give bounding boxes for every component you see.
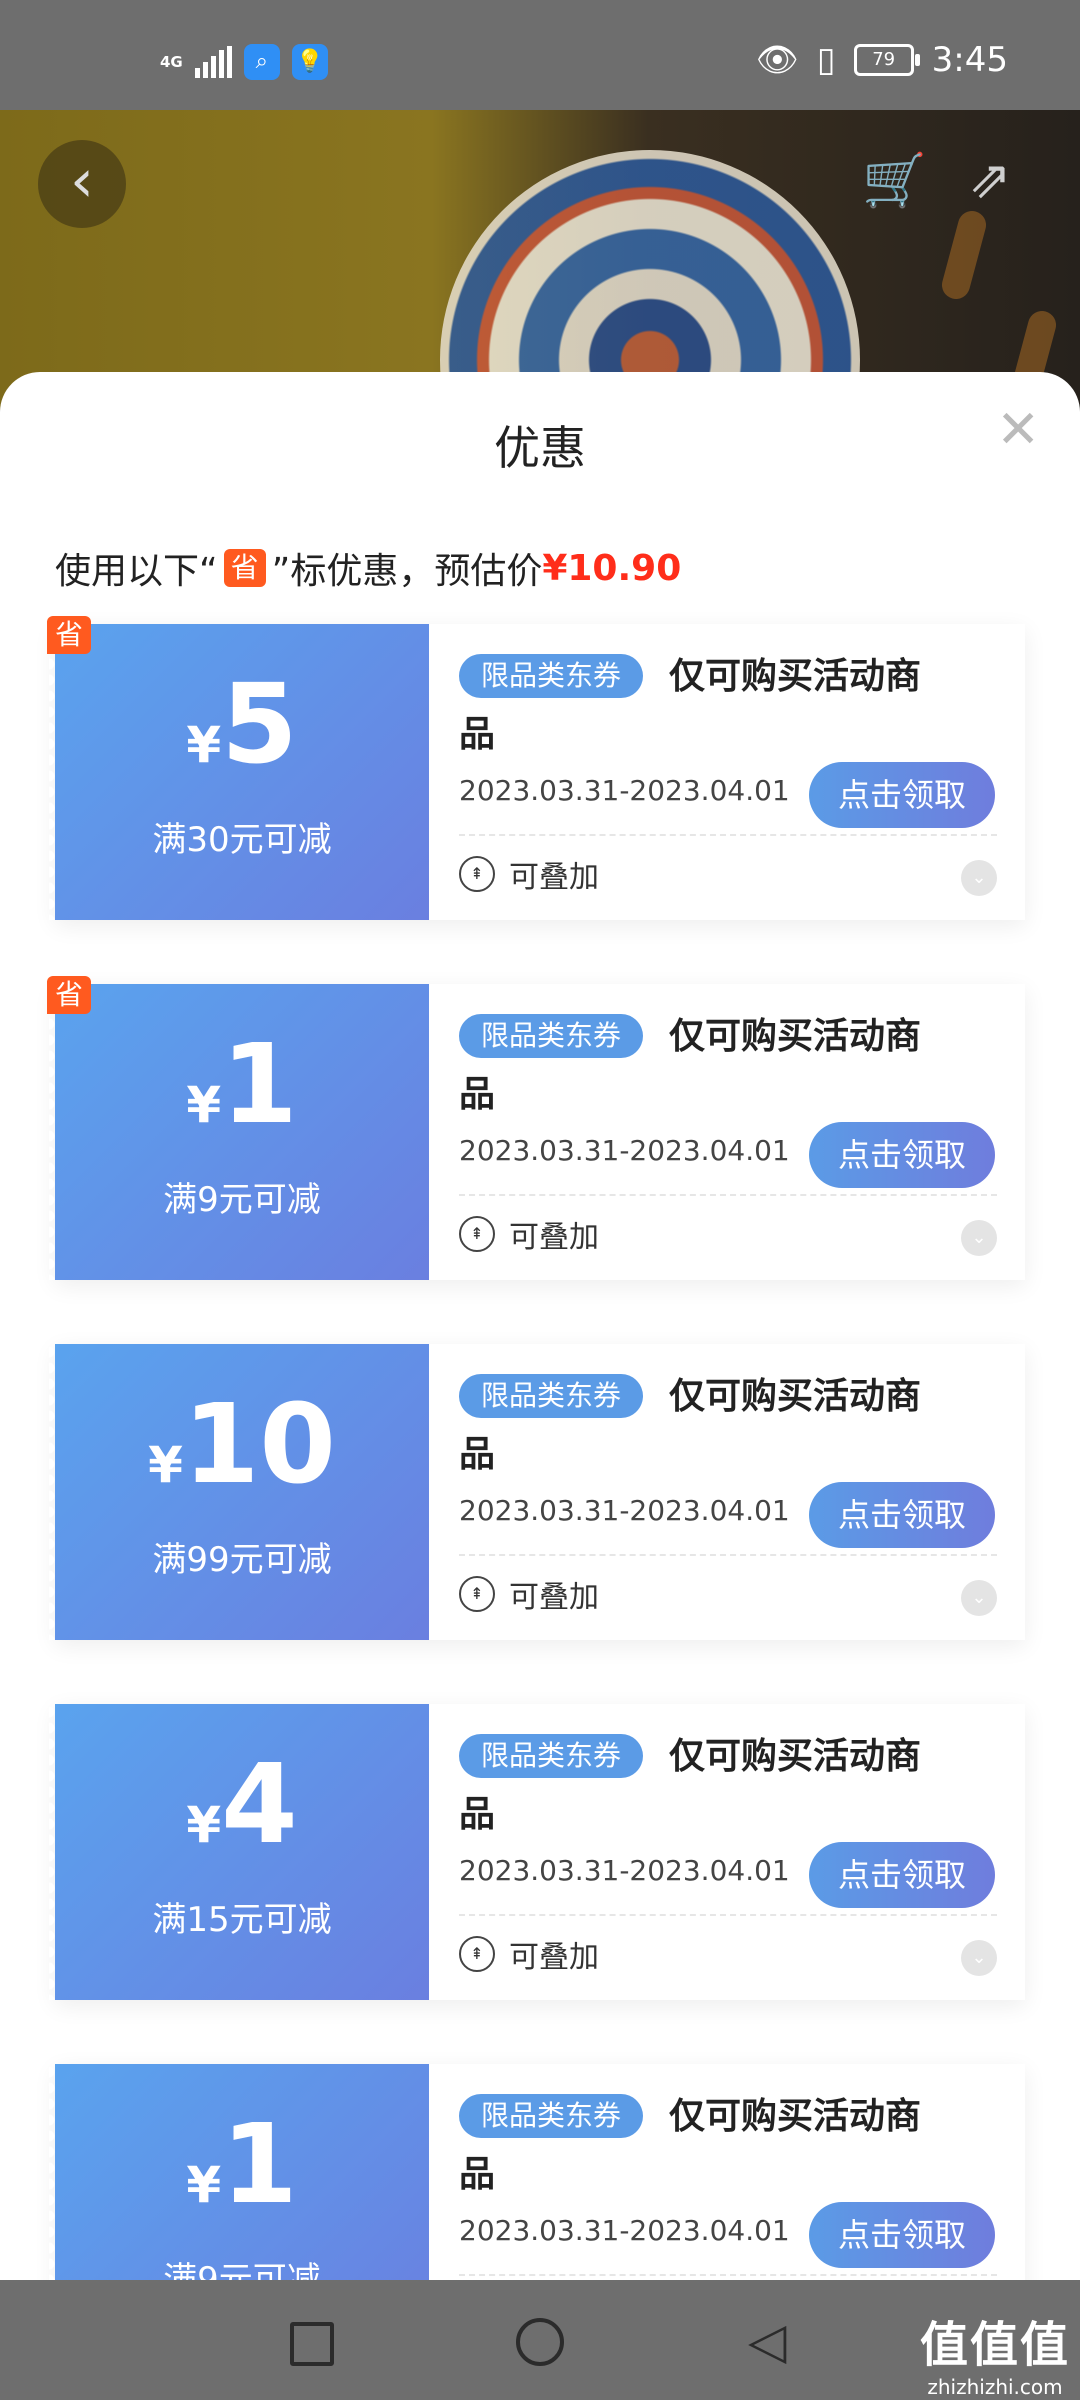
stack-icon: ⇞ (459, 856, 495, 892)
coupon-details: 仅可购买活动商品 限品类东券 2023.03.31-2023.04.01 点击领… (429, 1344, 1025, 1640)
coupon-amount: ¥5 (186, 660, 298, 788)
coupon-amount-panel: 省 ¥1 满9元可减 (47, 976, 429, 1280)
chevron-down-icon[interactable]: ⌄ (961, 1220, 997, 1256)
stack-icon: ⇞ (459, 1936, 495, 1972)
coupon-condition: 满9元可减 (163, 1180, 321, 1220)
coupon-amount: ¥1 (186, 1020, 298, 1148)
coupon-card: ¥1 满9元可减 仅可购买活动商品 限品类东券 2023.03.31-2023.… (49, 2064, 1025, 2280)
share-icon[interactable]: ⇗ (968, 150, 1012, 210)
coupon-amount-panel: ¥10 满99元可减 (49, 1344, 429, 1640)
subtitle: 使用以下“ 省 ”标优惠，预估价 ¥10.90 (55, 547, 682, 593)
coupon-details: 仅可购买活动商品 限品类东券 2023.03.31-2023.04.01 点击领… (429, 1704, 1025, 2000)
coupon-type-tag: 限品类东券 (459, 1374, 644, 1418)
coupon-card: ¥10 满99元可减 仅可购买活动商品 限品类东券 2023.03.31-202… (49, 1344, 1025, 1640)
back-nav-icon[interactable]: ◁ (748, 2316, 786, 2366)
coupon-amount-panel: 省 ¥5 满30元可减 (47, 616, 429, 920)
recents-icon[interactable] (290, 2322, 334, 2366)
plate-image (440, 150, 860, 410)
coupon-validity: 2023.03.31-2023.04.01 (459, 1854, 790, 1887)
coupon-type-tag: 限品类东券 (459, 2094, 644, 2138)
product-image: ‹ 🛒 ⇗ (0, 110, 1080, 410)
claim-button[interactable]: 点击领取 (809, 2202, 995, 2268)
claim-button[interactable]: 点击领取 (809, 762, 995, 828)
coupon-amount: ¥1 (186, 2100, 298, 2228)
coupon-type-tag: 限品类东券 (459, 1014, 644, 1058)
stackable-info: ⇞ 可叠加 (459, 1212, 599, 1256)
claim-button[interactable]: 点击领取 (809, 1122, 995, 1188)
eye-icon: 👁 (755, 40, 799, 80)
coupon-validity: 2023.03.31-2023.04.01 (459, 774, 790, 807)
back-icon[interactable]: ‹ (38, 140, 126, 228)
stack-icon: ⇞ (459, 1216, 495, 1252)
coupon-validity: 2023.03.31-2023.04.01 (459, 1134, 790, 1167)
stackable-info: ⇞ 可叠加 (459, 852, 599, 896)
coupon-details: 仅可购买活动商品 限品类东券 2023.03.31-2023.04.01 点击领… (429, 624, 1025, 920)
sheet-title: 优惠 (494, 421, 586, 475)
estimated-price: ¥10.90 (542, 547, 682, 589)
clock: 3:45 (931, 40, 1008, 80)
coupon-card: ¥4 满15元可减 仅可购买活动商品 限品类东券 2023.03.31-2023… (49, 1704, 1025, 2000)
chevron-down-icon[interactable]: ⌄ (961, 1940, 997, 1976)
bulb-app-icon: 💡 (291, 44, 328, 80)
vibrate-icon: ▯ (816, 40, 836, 80)
coupon-details: 仅可购买活动商品 限品类东券 2023.03.31-2023.04.01 点击领… (429, 984, 1025, 1280)
home-icon[interactable] (516, 2318, 564, 2366)
stackable-info: ⇞ 可叠加 (459, 1572, 599, 1616)
coupon-card: 省 ¥5 满30元可减 仅可购买活动商品 限品类东券 2023.03.31-20… (47, 616, 1025, 920)
coupon-validity: 2023.03.31-2023.04.01 (459, 1494, 790, 1527)
cart-icon[interactable]: 🛒 (862, 150, 927, 211)
claim-button[interactable]: 点击领取 (809, 1482, 995, 1548)
status-bar: 4G ⌕ 💡 👁 ▯ 79 3:45 (0, 0, 1080, 110)
signal-icon (194, 46, 232, 78)
save-badge: 省 (223, 549, 266, 587)
network-type: 4G (160, 52, 183, 71)
coupon-condition: 满30元可减 (152, 820, 332, 860)
close-icon[interactable]: ✕ (996, 400, 1040, 460)
stack-icon: ⇞ (459, 1576, 495, 1612)
discount-sheet: 优惠 ✕ 使用以下“ 省 ”标优惠，预估价 ¥10.90 省 ¥5 满30元可减… (0, 372, 1080, 2280)
chevron-down-icon[interactable]: ⌄ (961, 1580, 997, 1616)
coupon-condition: 满99元可减 (152, 1540, 332, 1580)
coupon-type-tag: 限品类东券 (459, 1734, 644, 1778)
coupon-type-tag: 限品类东券 (459, 654, 644, 698)
claim-button[interactable]: 点击领取 (809, 1842, 995, 1908)
coupon-condition: 满15元可减 (152, 1900, 332, 1940)
watermark: 值值值 zhizhizhi.com (919, 2317, 1070, 2399)
coupon-details: 仅可购买活动商品 限品类东券 2023.03.31-2023.04.01 点击领… (429, 2064, 1025, 2280)
coupon-amount: ¥4 (186, 1740, 298, 1868)
coupon-validity: 2023.03.31-2023.04.01 (459, 2214, 790, 2247)
coupon-card: 省 ¥1 满9元可减 仅可购买活动商品 限品类东券 2023.03.31-202… (47, 976, 1025, 1280)
coupon-amount-panel: ¥4 满15元可减 (49, 1704, 429, 2000)
save-badge: 省 (47, 976, 92, 1014)
coupon-amount: ¥10 (148, 1380, 336, 1508)
battery-indicator: 79 (853, 44, 920, 76)
coupon-condition: 满9元可减 (163, 2260, 321, 2280)
search-app-icon: ⌕ (243, 44, 280, 80)
coupon-amount-panel: ¥1 满9元可减 (49, 2064, 429, 2280)
chevron-down-icon[interactable]: ⌄ (961, 860, 997, 896)
system-nav-bar: ◁ (0, 2280, 1080, 2400)
stackable-info: ⇞ 可叠加 (459, 1932, 599, 1976)
save-badge: 省 (47, 616, 92, 654)
